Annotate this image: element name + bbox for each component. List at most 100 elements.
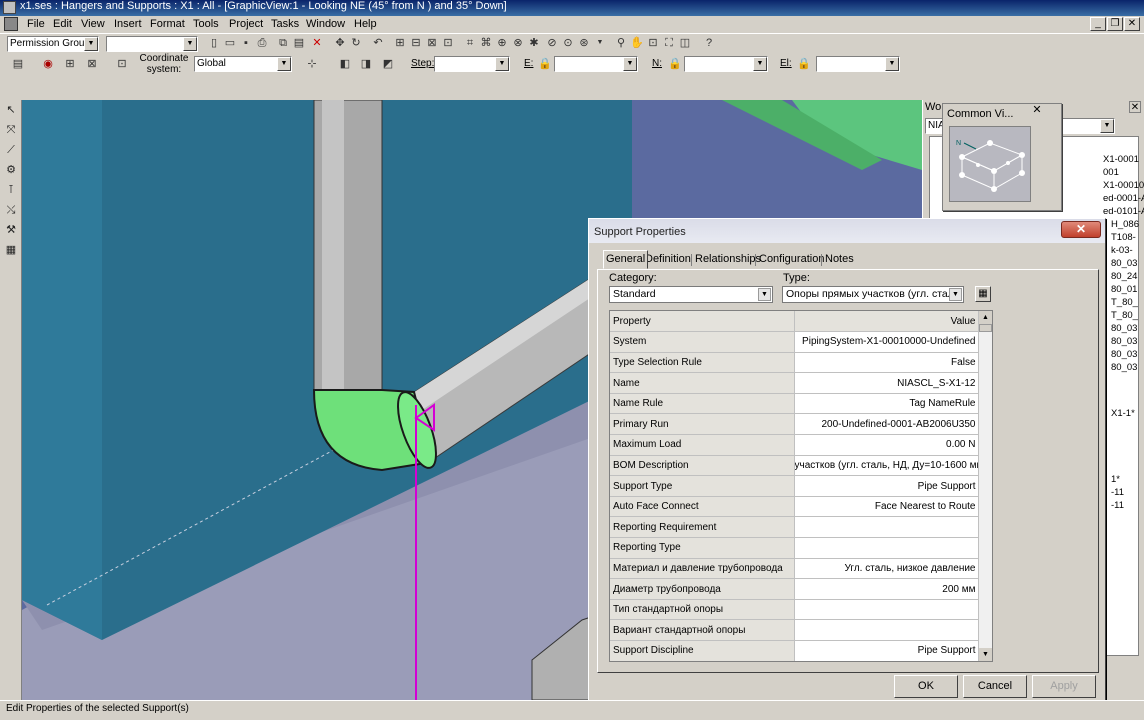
menu-tools[interactable]: Tools	[193, 17, 219, 31]
tree-item[interactable]: -11	[1111, 487, 1124, 498]
properties-icon[interactable]: ▤	[10, 56, 26, 72]
tool-icon[interactable]: ⊕	[494, 35, 510, 51]
support-tool-icon[interactable]: ⤯	[3, 202, 19, 218]
close-icon[interactable]: ✕	[1129, 101, 1141, 113]
minimize-icon[interactable]: _	[1090, 17, 1106, 31]
copy-icon[interactable]: ⧉	[275, 35, 291, 51]
tree-item[interactable]: ed-0101-AB2002U	[1103, 206, 1144, 217]
filter-icon[interactable]: ⊞	[62, 56, 78, 72]
menu-view[interactable]: View	[81, 17, 105, 31]
tool-icon[interactable]: ⊘	[544, 35, 560, 51]
help-icon[interactable]: ?	[701, 35, 717, 51]
new-icon[interactable]: ▯	[206, 35, 222, 51]
property-value-cell[interactable]: Tag NameRule	[794, 393, 979, 415]
table-row[interactable]: Support Discipline Pipe Support	[610, 640, 979, 661]
tree-item[interactable]: 80_24	[1111, 271, 1137, 282]
coordinate-system-select[interactable]: Global ▼	[194, 56, 292, 72]
property-value-cell[interactable]: Угл. сталь, низкое давление	[794, 558, 979, 580]
property-value-cell[interactable]	[794, 599, 979, 621]
menu-project[interactable]: Project	[229, 17, 263, 31]
menu-format[interactable]: Format	[150, 17, 185, 31]
catalog-browse-icon[interactable]: ▦	[975, 286, 991, 302]
select-icon[interactable]: ◉	[40, 56, 56, 72]
table-row[interactable]: Auto Face Connect Face Nearest to Route	[610, 496, 979, 518]
chevron-down-icon[interactable]: ▼	[592, 35, 608, 51]
property-value-cell[interactable]: 0.00 N	[794, 434, 979, 456]
northing-input[interactable]: ▼	[684, 56, 768, 72]
type-select[interactable]: Опоры прямых участков (угл. сталь ▼	[782, 286, 964, 303]
pinpoint-icon[interactable]: ⊡	[114, 56, 130, 72]
scroll-up-icon[interactable]: ▲	[979, 311, 992, 324]
scroll-thumb[interactable]	[979, 324, 992, 332]
move-icon[interactable]: ✥	[332, 35, 348, 51]
menu-window[interactable]: Window	[306, 17, 345, 31]
permission-group-select[interactable]: Permission Group ▼	[7, 36, 99, 52]
apply-button[interactable]: Apply	[1032, 675, 1096, 698]
zoom-area-icon[interactable]: ⊡	[645, 35, 661, 51]
pan-icon[interactable]: ✋	[629, 35, 645, 51]
dialog-title-bar[interactable]: Support Properties ✕	[589, 219, 1105, 243]
menu-edit[interactable]: Edit	[53, 17, 72, 31]
tab-configuration[interactable]: Configuration	[757, 252, 826, 268]
document-icon[interactable]	[4, 17, 18, 31]
paste-icon[interactable]: ▤	[291, 35, 307, 51]
tool-icon[interactable]: ⌘	[478, 35, 494, 51]
table-row[interactable]: Type Selection Rule False	[610, 352, 979, 374]
property-value-cell[interactable]: 200 мм	[794, 578, 979, 600]
support-tool-icon[interactable]: ⚒	[3, 222, 19, 238]
table-row[interactable]: Тип стандартной опоры	[610, 599, 979, 621]
tree-item[interactable]: T108-	[1111, 232, 1136, 243]
tree-item[interactable]: X1-00010000-Undefi	[1103, 180, 1144, 191]
easting-input[interactable]: ▼	[554, 56, 638, 72]
support-tool-icon[interactable]: ⊺	[3, 182, 19, 198]
tree-item[interactable]: T_80_	[1111, 297, 1138, 308]
table-row[interactable]: Support Type Pipe Support	[610, 475, 979, 497]
table-row[interactable]: Reporting Requirement	[610, 516, 979, 539]
filter-icon[interactable]: ⊠	[84, 56, 100, 72]
tree-item[interactable]: 80_03	[1111, 362, 1137, 373]
tree-item[interactable]: ed-0001-AB2006	[1103, 193, 1144, 204]
property-value-cell[interactable]: 200-Undefined-0001-AB2006U350	[794, 413, 979, 436]
close-icon[interactable]: ✕	[1124, 17, 1140, 31]
tab-definition[interactable]: Definition	[643, 252, 693, 268]
table-row[interactable]: Name Rule Tag NameRule	[610, 393, 979, 415]
tree-item[interactable]: 001	[1103, 167, 1119, 178]
support-tool-icon[interactable]: ⚙	[3, 162, 19, 178]
table-row[interactable]: Reporting Type	[610, 537, 979, 559]
table-row[interactable]: Maximum Load 0.00 N	[610, 434, 979, 456]
mode-icon[interactable]: ◨	[358, 56, 374, 72]
tool-icon[interactable]: ⊡	[440, 35, 456, 51]
tree-item[interactable]: 80_03	[1111, 258, 1137, 269]
support-tool-icon[interactable]: ⟋	[3, 142, 19, 158]
tab-general[interactable]: General	[603, 250, 649, 269]
menu-file[interactable]: File	[27, 17, 45, 31]
table-row[interactable]: Диаметр трубопровода 200 мм	[610, 578, 979, 600]
table-row[interactable]: Вариант стандартной опоры	[610, 619, 979, 641]
property-value-cell[interactable]: участков (угл. сталь, НД, Ду=10-1600 мм)	[794, 455, 979, 477]
view-cube[interactable]: N	[949, 126, 1031, 202]
close-button[interactable]: ✕	[1061, 221, 1101, 238]
mode-icon[interactable]: ◩	[380, 56, 396, 72]
tree-item[interactable]: 1*	[1111, 474, 1120, 485]
undo-icon[interactable]: ↶	[370, 35, 386, 51]
rotate-icon[interactable]: ↻	[348, 35, 364, 51]
menu-help[interactable]: Help	[354, 17, 377, 31]
fit-icon[interactable]: ⛶	[661, 35, 677, 51]
restore-icon[interactable]: ❐	[1107, 17, 1123, 31]
delete-icon[interactable]: ✕	[309, 35, 325, 51]
lock-icon[interactable]: 🔒	[796, 56, 812, 72]
tree-item[interactable]: 80_03	[1111, 349, 1137, 360]
print-icon[interactable]: ⎙	[254, 35, 270, 51]
target-icon[interactable]: ⊹	[304, 56, 320, 72]
property-value-cell[interactable]: False	[794, 352, 979, 374]
tab-notes[interactable]: Notes	[823, 252, 856, 268]
property-value-cell[interactable]: Pipe Support	[794, 475, 979, 497]
tab-relationships[interactable]: Relationships	[693, 252, 763, 268]
property-value-cell[interactable]: Face Nearest to Route	[794, 496, 979, 518]
table-row[interactable]: Материал и давление трубопровода Угл. ста…	[610, 558, 979, 580]
tool-icon[interactable]: ⊛	[576, 35, 592, 51]
menu-insert[interactable]: Insert	[114, 17, 142, 31]
tree-item[interactable]: H_086	[1111, 219, 1139, 230]
workspace-filter-select[interactable]: ▼	[106, 36, 198, 52]
elevation-input[interactable]: ▼	[816, 56, 900, 72]
